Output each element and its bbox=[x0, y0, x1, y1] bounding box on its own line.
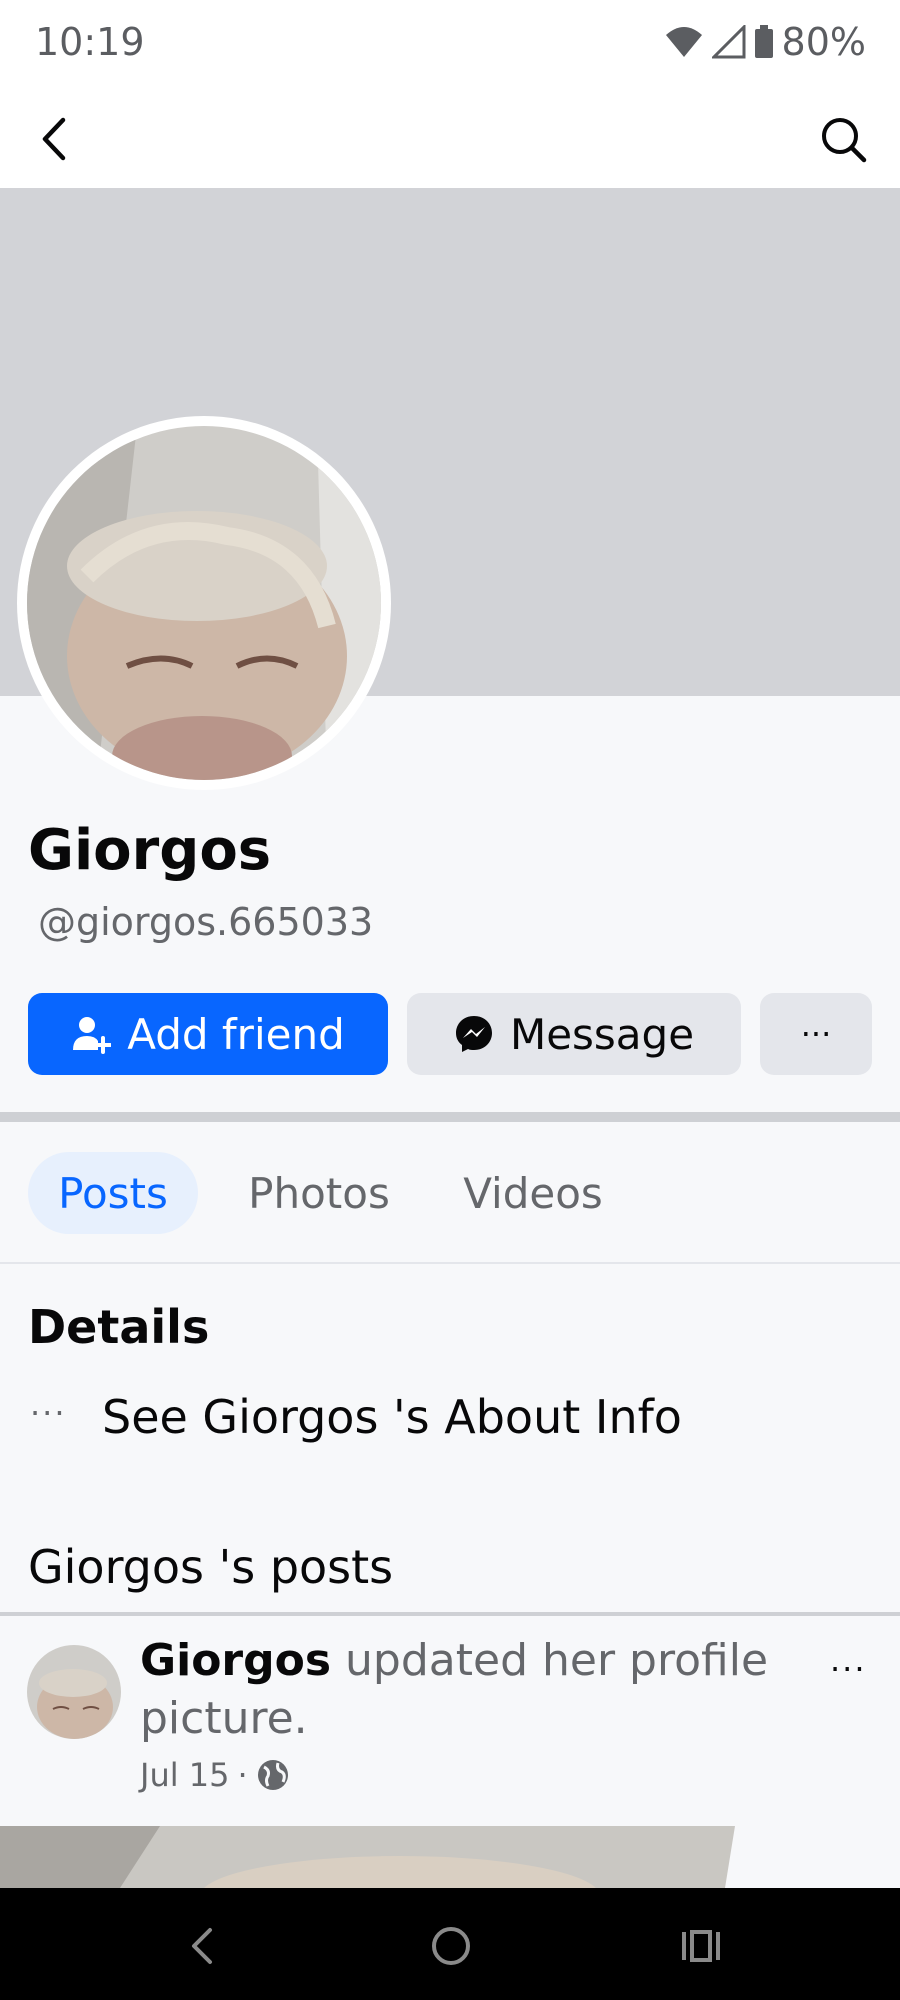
battery-icon bbox=[754, 25, 773, 58]
see-about-info-link[interactable]: See Giorgos 's About Info bbox=[102, 1390, 682, 1444]
post-more-button[interactable]: ··· bbox=[830, 1650, 867, 1688]
posts-divider bbox=[0, 1612, 900, 1616]
battery-percent: 80% bbox=[781, 20, 866, 64]
ellipsis-icon: ··· bbox=[30, 1394, 67, 1432]
add-friend-button[interactable]: Add friend bbox=[28, 993, 388, 1075]
message-label: Message bbox=[509, 1009, 695, 1059]
profile-name: Giorgos bbox=[28, 818, 272, 883]
post-author-avatar[interactable] bbox=[27, 1645, 121, 1739]
post-author-name[interactable]: Giorgos bbox=[140, 1635, 331, 1686]
post-date[interactable]: Jul 15 bbox=[140, 1756, 230, 1794]
add-person-icon bbox=[73, 1017, 112, 1054]
profile-handle: @giorgos.665033 bbox=[38, 900, 374, 944]
system-back-button[interactable] bbox=[182, 1922, 222, 1970]
post-header: Giorgos updated her profile picture. bbox=[140, 1632, 800, 1748]
chevron-left-icon bbox=[192, 1928, 212, 1964]
posts-heading: Giorgos 's posts bbox=[28, 1540, 394, 1594]
search-icon bbox=[822, 118, 867, 163]
message-button[interactable]: Message bbox=[407, 993, 741, 1075]
profile-more-button[interactable]: ··· bbox=[760, 993, 872, 1075]
post-image[interactable] bbox=[0, 1826, 900, 1888]
tab-posts[interactable]: Posts bbox=[28, 1152, 198, 1234]
more-icon: ··· bbox=[800, 1015, 832, 1053]
messenger-icon bbox=[455, 1016, 492, 1052]
add-friend-label: Add friend bbox=[127, 1009, 345, 1059]
profile-picture[interactable] bbox=[27, 426, 381, 780]
meta-separator: · bbox=[237, 1756, 248, 1794]
status-time: 10:19 bbox=[35, 20, 145, 64]
home-circle-icon bbox=[432, 1927, 470, 1965]
wifi-icon bbox=[665, 27, 702, 57]
globe-icon bbox=[257, 1760, 288, 1790]
post-meta: Jul 15 · bbox=[140, 1756, 290, 1794]
tab-photos[interactable]: Photos bbox=[226, 1152, 412, 1234]
chevron-left-icon bbox=[42, 117, 66, 161]
section-divider bbox=[0, 1112, 900, 1122]
recent-apps-icon bbox=[682, 1930, 720, 1962]
details-heading: Details bbox=[28, 1300, 210, 1354]
status-icons: 80% bbox=[664, 20, 866, 64]
system-recents-button[interactable] bbox=[678, 1922, 724, 1970]
cellular-signal-icon bbox=[711, 25, 746, 59]
top-nav-bar bbox=[0, 90, 900, 188]
system-home-button[interactable] bbox=[428, 1922, 474, 1970]
search-button[interactable] bbox=[816, 112, 872, 168]
back-button[interactable] bbox=[32, 111, 76, 167]
tabs-divider bbox=[0, 1262, 900, 1264]
tab-videos[interactable]: Videos bbox=[440, 1152, 626, 1234]
